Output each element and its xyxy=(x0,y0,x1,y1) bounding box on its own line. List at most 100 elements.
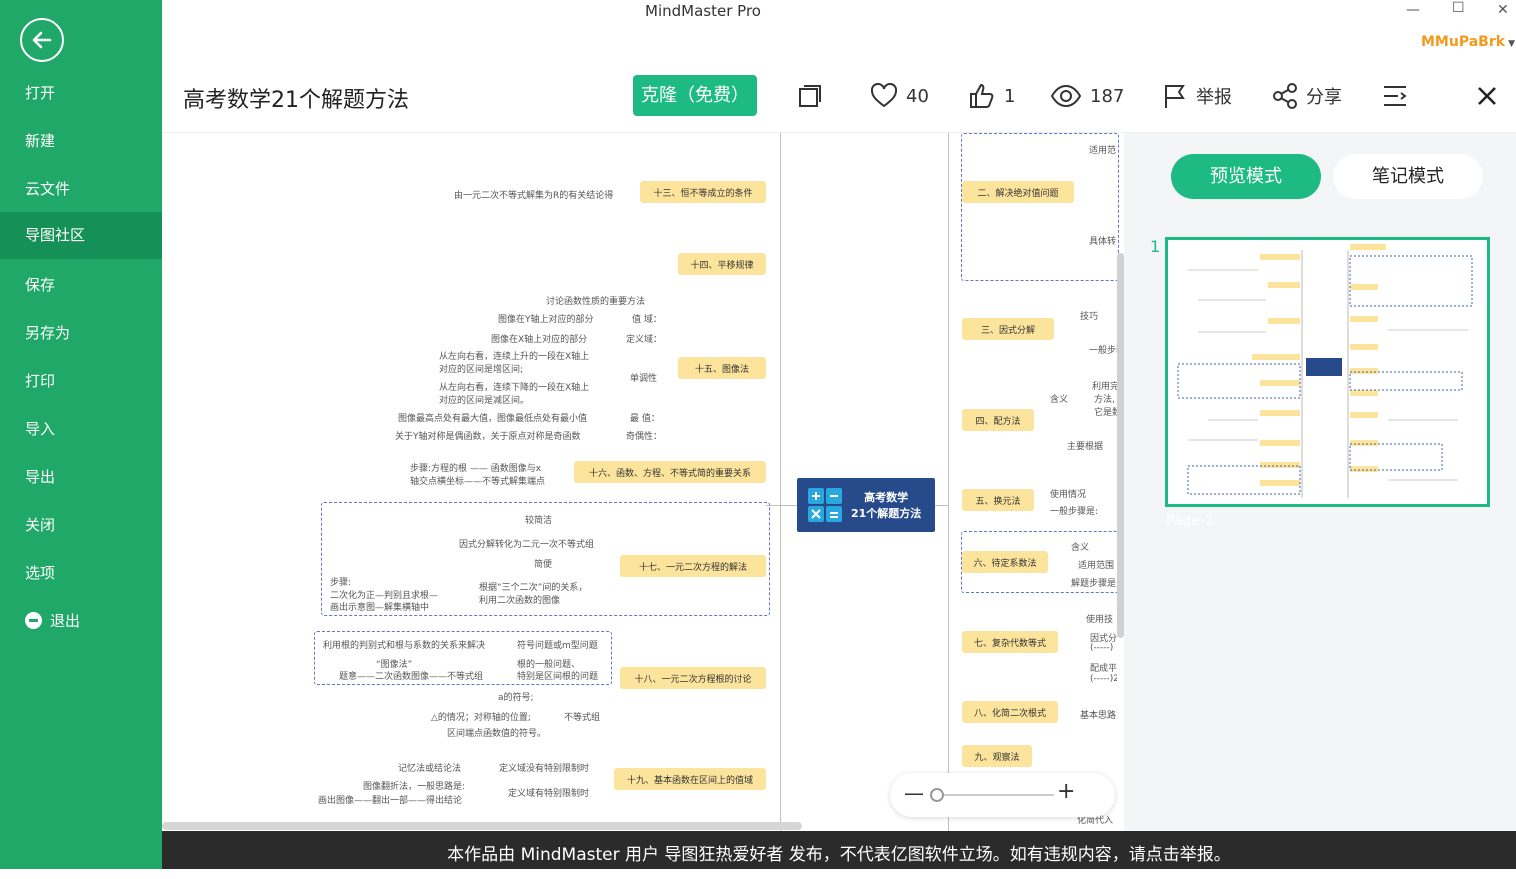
topic-node-19[interactable]: 十九、基本函数在区间上的值域 xyxy=(614,768,766,790)
share-button[interactable]: 分享 xyxy=(1272,82,1342,110)
subtopic-text[interactable]: 记忆法或结论法 xyxy=(398,761,461,774)
subtopic-text[interactable]: 讨论函数性质的重要方法 xyxy=(546,294,645,307)
subtopic-text[interactable]: 解题步骤是 xyxy=(1071,576,1116,589)
subtopic-text[interactable]: a的符号; xyxy=(498,690,534,703)
topic-node-4[interactable]: 四、配方法 xyxy=(962,409,1034,431)
subtopic-text[interactable]: 简便 xyxy=(534,557,552,570)
subtopic-text[interactable]: 符号问题或m型问题 xyxy=(517,638,598,651)
subtopic-text[interactable]: 图像在X轴上对应的部分 xyxy=(491,332,587,345)
mindmap-canvas[interactable]: 十三、恒不等成立的条件 十四、平移规律 十五、图像法 十六、函数、方程、不等式简… xyxy=(162,133,1124,831)
subtopic-text[interactable]: 轴交点横坐标——不等式解集端点 xyxy=(410,474,545,487)
horizontal-scrollbar[interactable] xyxy=(162,822,802,830)
outline-button[interactable] xyxy=(1382,82,1416,110)
subtopic-text[interactable]: 方法, xyxy=(1094,392,1115,405)
topic-node-14[interactable]: 十四、平移规律 xyxy=(678,253,766,275)
subtopic-text[interactable]: 技巧 xyxy=(1080,309,1098,322)
sidebar-item-cloud-files[interactable]: 云文件 xyxy=(0,166,162,213)
back-arrow-icon[interactable] xyxy=(20,18,64,62)
sidebar-item-community[interactable]: 导图社区 xyxy=(0,212,162,259)
topic-node-15[interactable]: 十五、图像法 xyxy=(678,357,766,379)
subtopic-text[interactable]: 单调性 xyxy=(630,371,657,384)
subtopic-text[interactable]: 关于Y轴对称是偶函数，关于原点对称是奇函数 xyxy=(395,429,581,442)
subtopic-text[interactable]: 利用根的判别式和根与系数的关系来解决 xyxy=(323,638,485,651)
subtopic-text[interactable]: 画出示意图—解集横轴中 xyxy=(330,600,429,613)
sidebar-item-exit[interactable]: 退出 xyxy=(0,598,162,645)
user-menu[interactable]: MMuPaBrk ▼ xyxy=(1421,34,1515,50)
subtopic-text[interactable]: △的情况；对称轴的位置; xyxy=(431,710,531,723)
subtopic-text[interactable]: 配成平 xyxy=(1090,661,1117,674)
subtopic-text[interactable]: 利用二次函数的图像 xyxy=(479,593,560,606)
subtopic-text[interactable]: 图像在Y轴上对应的部分 xyxy=(498,312,594,325)
subtopic-text[interactable]: 步骤:方程的根 —— 函数图像与x xyxy=(410,461,541,474)
close-document-button[interactable] xyxy=(1476,82,1506,110)
topic-node-2[interactable]: 二、解决绝对值问题 xyxy=(962,181,1074,203)
subtopic-text[interactable]: (-----)2 xyxy=(1090,674,1117,684)
subtopic-text[interactable]: 图像翻折法，一般思路是: xyxy=(363,779,465,792)
subtopic-text[interactable]: 较简洁 xyxy=(525,513,552,526)
thumbs-up-button[interactable]: 1 xyxy=(968,82,1015,110)
subtopic-text[interactable]: 适用范 xyxy=(1089,143,1116,156)
sidebar-item-new[interactable]: 新建 xyxy=(0,118,162,165)
topic-node-17[interactable]: 十七、一元二次方程的解法 xyxy=(620,555,766,577)
subtopic-text[interactable]: 具体转 xyxy=(1089,234,1116,247)
subtopic-text[interactable]: 由一元二次不等式解集为R的有关结论得 xyxy=(454,188,613,201)
sidebar-item-save-as[interactable]: 另存为 xyxy=(0,310,162,357)
clone-button[interactable]: 克隆（免费） xyxy=(633,75,757,116)
maximize-button[interactable]: ☐ xyxy=(1452,0,1465,16)
subtopic-text[interactable]: 区间端点函数值的符号。 xyxy=(447,726,546,739)
sidebar-item-options[interactable]: 选项 xyxy=(0,550,162,597)
subtopic-text[interactable]: 利用完 xyxy=(1092,379,1117,392)
subtopic-text[interactable]: 一般步骤是: xyxy=(1050,504,1098,517)
subtopic-text[interactable]: 最 值： xyxy=(630,411,660,424)
topic-node-13[interactable]: 十三、恒不等成立的条件 xyxy=(640,181,766,203)
subtopic-text[interactable]: 从左向右看，连续下降的一段在X轴上 xyxy=(439,380,589,393)
subtopic-text[interactable]: 奇偶性： xyxy=(626,429,662,442)
minimize-button[interactable]: — xyxy=(1406,2,1420,18)
subtopic-text[interactable]: 对应的区间是减区间。 xyxy=(439,393,529,406)
zoom-slider-handle[interactable] xyxy=(930,788,944,802)
like-button[interactable]: 40 xyxy=(870,82,929,110)
footer-notice[interactable]: 本作品由 MindMaster 用户 导图狂热爱好者 发布，不代表亿图软件立场。… xyxy=(162,831,1516,869)
notes-mode-button[interactable]: 笔记模式 xyxy=(1333,154,1483,199)
subtopic-text[interactable]: 对应的区间是增区间; xyxy=(439,362,523,375)
subtopic-text[interactable]: 使用情况 xyxy=(1050,487,1086,500)
window-close-button[interactable]: ✕ xyxy=(1497,2,1509,18)
zoom-out-button[interactable]: — xyxy=(904,781,924,805)
sidebar-item-open[interactable]: 打开 xyxy=(0,70,162,117)
topic-node-9[interactable]: 九、观察法 xyxy=(962,745,1032,767)
topic-node-5[interactable]: 五、换元法 xyxy=(962,489,1034,511)
copy-button[interactable] xyxy=(796,82,832,110)
subtopic-text[interactable]: 定义域： xyxy=(626,332,662,345)
sidebar-item-print[interactable]: 打印 xyxy=(0,358,162,405)
subtopic-text[interactable]: 从左向右看，连续上升的一段在X轴上 xyxy=(439,349,589,362)
page-thumbnail[interactable] xyxy=(1165,237,1490,507)
subtopic-text[interactable]: 一般步骤 xyxy=(1089,343,1117,356)
sidebar-item-save[interactable]: 保存 xyxy=(0,262,162,309)
subtopic-text[interactable]: 定义域有特别限制时 xyxy=(508,786,589,799)
subtopic-text[interactable]: 定义域没有特别限制时 xyxy=(499,761,589,774)
report-button[interactable]: 举报 xyxy=(1162,82,1232,110)
subtopic-text[interactable]: 主要根据 xyxy=(1067,439,1103,452)
topic-node-16[interactable]: 十六、函数、方程、不等式简的重要关系 xyxy=(574,461,766,483)
central-topic[interactable]: 高考数学 21个解题方法 xyxy=(797,478,935,532)
subtopic-text[interactable]: 画出图像——翻出一部——得出结论 xyxy=(318,793,462,806)
topic-node-6[interactable]: 六、待定系数法 xyxy=(962,551,1048,573)
subtopic-text[interactable]: 适用范围 xyxy=(1078,558,1114,571)
subtopic-text[interactable]: 使用技 xyxy=(1086,612,1113,625)
zoom-in-button[interactable]: + xyxy=(1057,779,1075,804)
vertical-scrollbar[interactable] xyxy=(1117,253,1124,638)
subtopic-text[interactable]: 根据“三个二次”间的关系， xyxy=(479,580,587,593)
sidebar-item-import[interactable]: 导入 xyxy=(0,406,162,453)
zoom-slider-track[interactable] xyxy=(934,794,1054,796)
subtopic-text[interactable]: 因式分解转化为二元一次不等式组 xyxy=(459,537,594,550)
topic-node-8[interactable]: 八、化简二次根式 xyxy=(962,701,1058,723)
topic-node-3[interactable]: 三、因式分解 xyxy=(962,318,1054,340)
subtopic-text[interactable]: 含义 xyxy=(1071,540,1089,553)
subtopic-text[interactable]: 值 域： xyxy=(632,312,662,325)
topic-node-18[interactable]: 十八、一元二次方程根的讨论 xyxy=(620,667,766,689)
subtopic-text[interactable]: 特别是区间根的问题 xyxy=(517,669,598,682)
sidebar-item-close[interactable]: 关闭 xyxy=(0,502,162,549)
topic-node-7[interactable]: 七、复杂代数等式 xyxy=(962,631,1058,653)
subtopic-text[interactable]: 图像最高点处有最大值，图像最低点处有最小值 xyxy=(398,411,587,424)
subtopic-text[interactable]: 题意——二次函数图像——不等式组 xyxy=(339,669,483,682)
